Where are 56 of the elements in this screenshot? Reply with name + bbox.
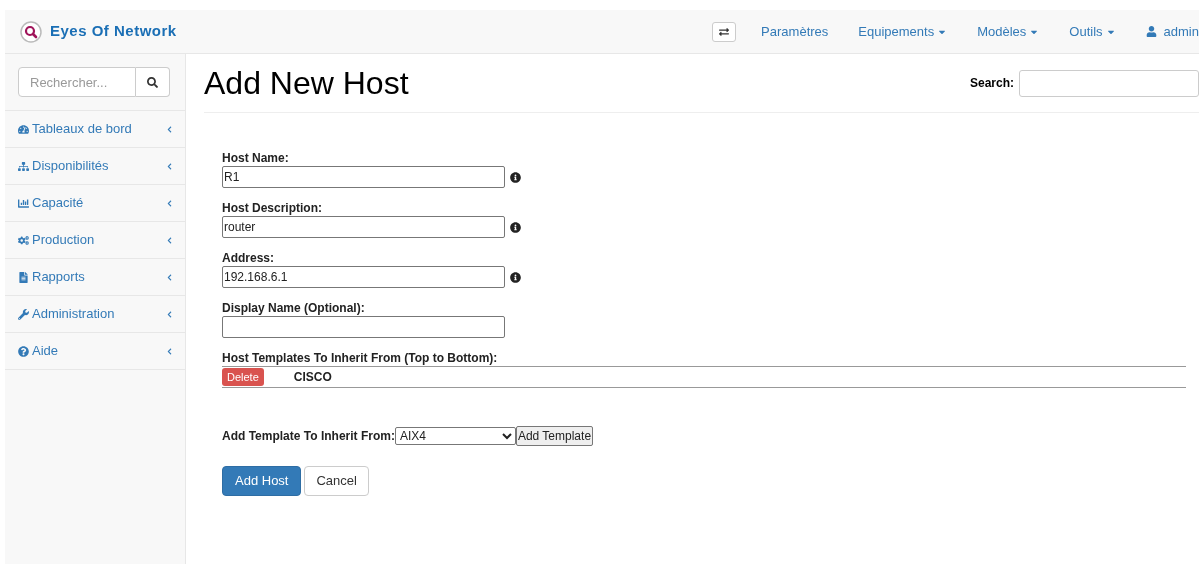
text-field[interactable]: router [222, 216, 505, 238]
text-field[interactable]: 192.168.6.1 [222, 266, 505, 288]
field-label: Host Description: [222, 201, 323, 216]
bar-chart-icon [18, 197, 29, 209]
sidebar-item[interactable]: Production [5, 222, 185, 259]
cancel-button[interactable]: Cancel [304, 466, 369, 496]
page-title: Add New Host [204, 64, 409, 103]
sidebar-item[interactable]: Capacité [5, 185, 185, 222]
help-icon [18, 345, 29, 357]
user-menu[interactable]: admin [1130, 21, 1199, 42]
chevron-icon [166, 273, 173, 281]
chevron-icon [166, 162, 173, 170]
document-icon [18, 271, 29, 283]
field-label: Host Name: [222, 151, 290, 166]
table-search-field[interactable] [1019, 69, 1199, 97]
nav-link[interactable]: Modèles [962, 21, 1055, 42]
sidebar-item[interactable]: Tableaux de bord [5, 111, 185, 148]
gears-icon [18, 234, 29, 246]
brand-name[interactable]: Eyes Of Network [50, 20, 177, 43]
magnifier-logo-icon [20, 20, 42, 43]
add-template-label: Add Template To Inherit From: [222, 428, 395, 445]
chevron-icon [166, 199, 173, 207]
sidebar-item[interactable]: Disponibilités [5, 148, 185, 185]
info-icon[interactable] [510, 271, 521, 283]
nav-link[interactable]: Paramètres [746, 21, 844, 42]
wrench-icon [18, 308, 29, 320]
toggle-button[interactable] [712, 21, 737, 42]
info-icon[interactable] [510, 221, 521, 233]
sidebar-item[interactable]: Administration [5, 296, 185, 333]
search-field[interactable]: Rechercher... [18, 67, 136, 97]
add-template-button[interactable]: Add Template [515, 426, 594, 446]
template-select[interactable]: AIX4 [394, 427, 516, 445]
gauge-icon [18, 123, 29, 135]
chevron-icon [166, 125, 173, 133]
submit-button[interactable]: Add Host [222, 466, 302, 496]
chevron-icon [166, 310, 173, 318]
text-field[interactable]: R1 [222, 166, 505, 188]
nav-link[interactable]: Outils [1054, 21, 1131, 42]
field-label: Address: [222, 251, 275, 266]
sitemap-icon [18, 160, 29, 172]
search-label: Search: [969, 75, 1014, 92]
text-field[interactable] [222, 316, 505, 338]
field-label: Display Name (Optional): [222, 301, 366, 316]
sidebar-item[interactable]: Rapports [5, 259, 185, 296]
search-icon [147, 76, 158, 88]
info-icon[interactable] [510, 171, 521, 183]
swap-arrows-icon [719, 26, 730, 37]
chevron-icon [166, 347, 173, 355]
template-name: CISCO [293, 369, 332, 386]
user-icon [1145, 26, 1157, 37]
sidebar-item[interactable]: Aide [5, 333, 185, 370]
search-button[interactable] [136, 67, 170, 97]
delete-button[interactable]: Delete [222, 368, 264, 386]
chevron-icon [166, 236, 173, 244]
templates-label: Host Templates To Inherit From (Top to Bottom): [222, 351, 499, 366]
nav-link[interactable]: Equipements [843, 21, 963, 42]
